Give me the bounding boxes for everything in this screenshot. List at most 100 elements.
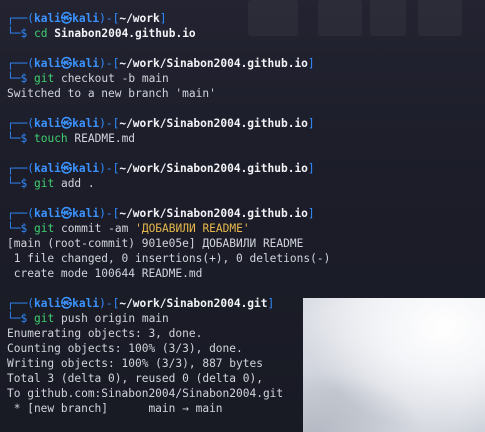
command-line[interactable]: └─$ touch README.md	[7, 131, 485, 146]
prompt-paren-open: (	[27, 162, 34, 175]
prompt-paren-close: )	[99, 57, 106, 70]
prompt-path: ~/work/Sinabon2004.github.io	[119, 207, 308, 220]
prompt-corner-bottom: └─	[7, 177, 21, 190]
prompt-dollar: $	[20, 72, 28, 85]
command-name: cd	[33, 27, 48, 40]
prompt-bracket-close: ]	[307, 117, 315, 130]
prompt-paren-open: (	[27, 12, 34, 25]
output-line: Switched to a new branch 'main'	[7, 87, 216, 100]
prompt-paren-close: )	[99, 207, 106, 220]
prompt-header: ┌──(kali㉿kali)-[~/work/Sinabon2004.githu…	[7, 116, 485, 131]
prompt-header: ┌──(kali㉿kali)-[~/work/Sinabon2004.githu…	[7, 161, 485, 176]
command-line[interactable]: └─$ git checkout -b main	[7, 71, 485, 86]
output-line: 1 file changed, 0 insertions(+), 0 delet…	[7, 252, 331, 265]
command-name: git	[33, 72, 55, 85]
prompt-user: kali	[33, 297, 61, 310]
prompt-path: ~/work/Sinabon2004.git	[119, 297, 268, 310]
prompt-corner-top: ┌──	[7, 207, 28, 220]
prompt-path: ~/work/Sinabon2004.github.io	[119, 57, 308, 70]
command-line[interactable]: └─$ cd Sinabon2004.github.io	[7, 26, 485, 41]
prompt-corner-bottom: └─	[7, 132, 21, 145]
command-arg: 'ДОБАВИЛИ README'	[135, 222, 250, 235]
prompt-host: kali	[72, 162, 100, 175]
prompt-at-icon: ㉿	[60, 162, 73, 175]
prompt-at-icon: ㉿	[60, 57, 73, 70]
overlay-shadow	[303, 372, 423, 432]
prompt-host: kali	[72, 117, 100, 130]
prompt-host: kali	[72, 207, 100, 220]
prompt-at-icon: ㉿	[60, 297, 73, 310]
prompt-bracket-close: ]	[307, 207, 315, 220]
command-arg: origin	[94, 312, 136, 325]
prompt-user: kali	[33, 12, 61, 25]
prompt-user: kali	[33, 162, 61, 175]
command-name: git	[33, 222, 55, 235]
prompt-at-icon: ㉿	[60, 207, 73, 220]
command-arg: commit	[60, 222, 102, 235]
command-arg: checkout	[60, 72, 115, 85]
prompt-dash: -	[105, 207, 113, 220]
prompt-corner-bottom: └─	[7, 72, 21, 85]
prompt-dash: -	[105, 57, 113, 70]
command-arg: .	[87, 177, 95, 190]
command-name: git	[33, 312, 55, 325]
prompt-corner-top: ┌──	[7, 297, 28, 310]
webcam-overlay	[303, 298, 485, 432]
prompt-user: kali	[33, 117, 61, 130]
prompt-header: ┌──(kali㉿kali)-[~/work/Sinabon2004.githu…	[7, 56, 485, 71]
prompt-paren-close: )	[99, 297, 106, 310]
prompt-user: kali	[33, 57, 61, 70]
output-line: [main (root-commit) 901e05e] ДОБАВИЛИ RE…	[7, 237, 304, 250]
prompt-corner-bottom: └─	[7, 312, 21, 325]
prompt-host: kali	[72, 297, 100, 310]
prompt-corner-bottom: └─	[7, 222, 21, 235]
prompt-paren-open: (	[27, 117, 34, 130]
command-line[interactable]: └─$ git add .	[7, 176, 485, 191]
prompt-dollar: $	[20, 27, 28, 40]
prompt-header: ┌──(kali㉿kali)-[~/work/Sinabon2004.githu…	[7, 206, 485, 221]
prompt-paren-open: (	[27, 297, 34, 310]
output-line: create mode 100644 README.md	[7, 267, 203, 280]
command-line[interactable]: └─$ git commit -am 'ДОБАВИЛИ README'	[7, 221, 485, 236]
terminal-window[interactable]: ┌──(kali㉿kali)-[~/work] └─$ cd Sinabon200…	[0, 0, 485, 432]
prompt-dash: -	[105, 117, 113, 130]
prompt-path: ~/work/Sinabon2004.github.io	[119, 117, 308, 130]
prompt-dash: -	[105, 162, 113, 175]
prompt-paren-close: )	[99, 12, 106, 25]
prompt-dollar: $	[20, 132, 28, 145]
prompt-paren-open: (	[27, 207, 34, 220]
prompt-at-icon: ㉿	[60, 12, 73, 25]
command-arg: -b	[121, 72, 136, 85]
prompt-host: kali	[72, 57, 100, 70]
command-arg: main	[141, 312, 169, 325]
prompt-bracket-close: ]	[159, 12, 167, 25]
prompt-corner-top: ┌──	[7, 12, 28, 25]
prompt-at-icon: ㉿	[60, 117, 73, 130]
prompt-paren-open: (	[27, 57, 34, 70]
prompt-bracket-close: ]	[307, 162, 315, 175]
command-arg: main	[141, 72, 169, 85]
command-arg: add	[60, 177, 82, 190]
prompt-corner-top: ┌──	[7, 57, 28, 70]
command-arg: push	[60, 312, 88, 325]
prompt-corner-bottom: └─	[7, 27, 21, 40]
command-arg: -am	[108, 222, 129, 235]
prompt-path: ~/work/Sinabon2004.github.io	[119, 162, 308, 175]
prompt-header: ┌──(kali㉿kali)-[~/work]	[7, 11, 485, 26]
prompt-corner-top: ┌──	[7, 117, 28, 130]
prompt-host: kali	[72, 12, 100, 25]
prompt-dollar: $	[20, 222, 28, 235]
prompt-paren-close: )	[99, 117, 106, 130]
prompt-bracket-close: ]	[307, 57, 315, 70]
prompt-dash: -	[105, 12, 113, 25]
prompt-corner-top: ┌──	[7, 162, 28, 175]
command-name: git	[33, 177, 55, 190]
prompt-bracket-close: ]	[267, 297, 275, 310]
prompt-paren-close: )	[99, 162, 106, 175]
command-arg: README.md	[74, 132, 136, 145]
